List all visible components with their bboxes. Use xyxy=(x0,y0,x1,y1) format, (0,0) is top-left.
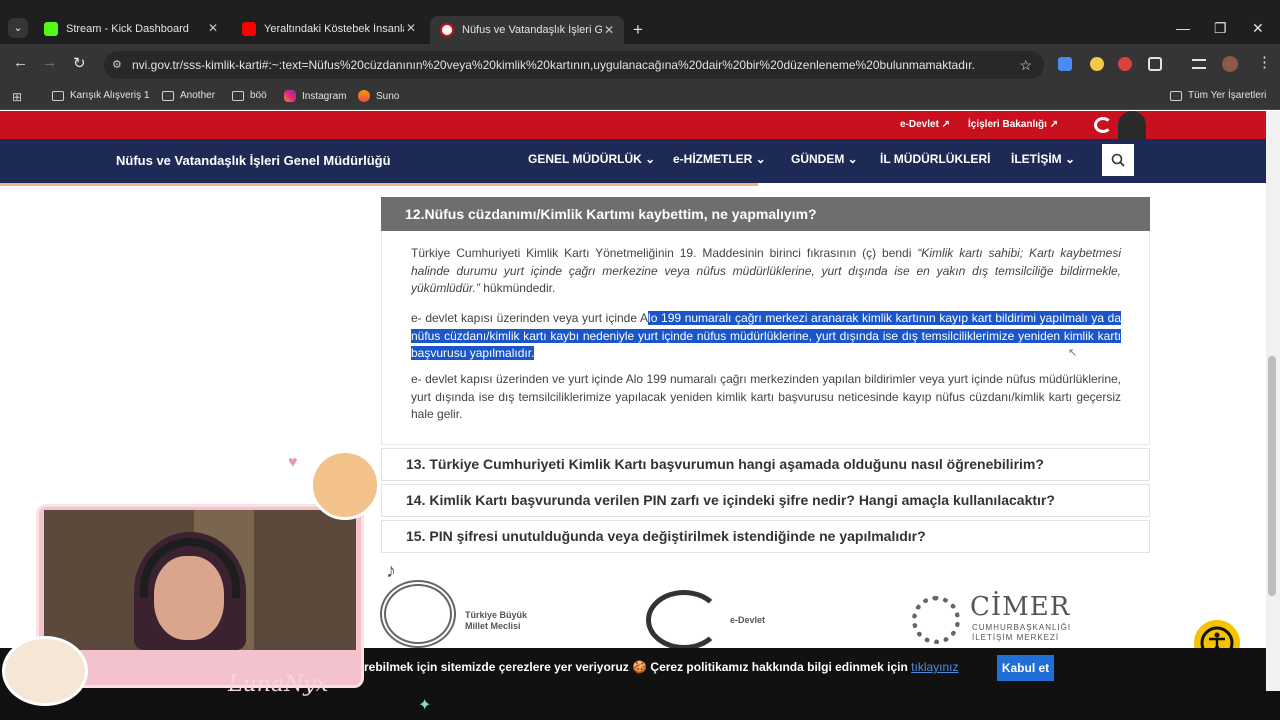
bookmark-label: Another xyxy=(180,90,216,101)
text: e- devlet kapısı üzerinden veya yurt içi… xyxy=(411,311,649,325)
mouse-cursor-icon: ↖ xyxy=(1068,347,1078,359)
official-portrait xyxy=(1118,111,1146,139)
sparkle-icon: ✦ xyxy=(418,697,432,714)
restore-icon[interactable]: ❐ xyxy=(1214,20,1227,37)
youtube-icon xyxy=(242,22,256,36)
tab-title: Nüfus ve Vatandaşlık İşleri Genel xyxy=(462,24,602,36)
site-search-button[interactable] xyxy=(1102,144,1134,176)
site-title[interactable]: Nüfus ve Vatandaşlık İşleri Genel Müdürl… xyxy=(116,153,391,168)
faq-answer-12: Türkiye Cumhuriyeti Kimlik Kartı Yönetme… xyxy=(381,231,1150,445)
extension-red-icon[interactable] xyxy=(1118,57,1132,71)
folder-icon xyxy=(162,90,174,101)
folder-icon xyxy=(1170,90,1182,101)
menu-iletisim[interactable]: İLETİŞİM ⌄ xyxy=(1011,152,1075,166)
faq-question-14[interactable]: 14. Kimlik Kartı başvurunda verilen PIN … xyxy=(381,484,1150,517)
heart-icon: ♥ xyxy=(288,454,298,471)
turkish-flag-icon xyxy=(1094,117,1112,133)
reading-list-icon[interactable] xyxy=(1192,59,1206,69)
extension-icon[interactable] xyxy=(1090,57,1104,71)
new-tab-button[interactable]: + xyxy=(633,20,643,40)
menu-il-mudurlukleri[interactable]: İL MÜDÜRLÜKLERİ xyxy=(880,152,990,166)
address-bar[interactable]: ⚙ nvi.gov.tr/sss-kimlik-karti#:~:text=Nü… xyxy=(104,51,1044,79)
search-icon xyxy=(1111,153,1125,167)
site-navbar: Nüfus ve Vatandaşlık İşleri Genel Müdürl… xyxy=(0,139,1266,183)
cookie-text: rebilmek için sitemizde çerezlere yer ve… xyxy=(364,660,959,674)
menu-kebab-icon[interactable]: ⋮ xyxy=(1257,53,1272,71)
page-scrollbar-thumb[interactable] xyxy=(1268,356,1276,596)
faq-question-13[interactable]: 13. Türkiye Cumhuriyeti Kimlik Kartı baş… xyxy=(381,448,1150,481)
bookmark-star-icon[interactable]: ☆ xyxy=(1019,51,1032,79)
streamer-name-label: LunaNyx xyxy=(228,672,329,697)
tab-youtube-video[interactable]: Yeraltındaki Köstebek İnsanlar'a ✕ xyxy=(232,14,426,44)
answer-paragraph-1: Türkiye Cumhuriyeti Kimlik Kartı Yönetme… xyxy=(411,245,1121,298)
bookmarks-bar: ⊞ Karışık Alışveriş 1 Another böö Instag… xyxy=(0,84,1280,110)
menu-e-hizmetler[interactable]: e-HİZMETLER ⌄ xyxy=(673,152,766,166)
suno-icon xyxy=(358,90,370,102)
cimer-logo-subtitle: CUMHURBAŞKANLIĞI İLETİŞİM MERKEZİ xyxy=(972,623,1072,642)
tab-title: Yeraltındaki Köstebek İnsanlar'a xyxy=(264,23,404,35)
answer-paragraph-3: e- devlet kapısı üzerinden ve yurt içind… xyxy=(411,372,1121,421)
all-bookmarks-folder[interactable]: Tüm Yer İşaretleri xyxy=(1170,90,1266,101)
close-window-icon[interactable]: ✕ xyxy=(1252,20,1264,37)
close-tab-icon[interactable]: ✕ xyxy=(406,21,416,35)
answer-paragraph-2: e- devlet kapısı üzerinden veya yurt içi… xyxy=(411,310,1122,363)
cimer-logo-icon[interactable] xyxy=(912,596,960,644)
profile-avatar[interactable] xyxy=(1222,56,1238,72)
minimize-icon[interactable]: — xyxy=(1176,20,1190,36)
bookmark-label: Tüm Yer İşaretleri xyxy=(1188,90,1267,101)
cookie-accept-button[interactable]: Kabul et xyxy=(997,655,1054,681)
faq-question-15[interactable]: 15. PIN şifresi unutulduğunda veya değiş… xyxy=(381,520,1150,553)
cookie-policy-link[interactable]: tıklayınız xyxy=(911,660,958,674)
cat-sticker-bottom xyxy=(2,636,88,706)
bookmark-suno[interactable]: Suno xyxy=(358,90,399,102)
kick-icon xyxy=(44,22,58,36)
cimer-logo-title: CİMER xyxy=(970,592,1071,622)
tab-title: Stream - Kick Dashboard xyxy=(66,23,189,35)
folder-icon xyxy=(52,90,64,101)
faq-question-12[interactable]: 12.Nüfus cüzdanımı/Kimlik Kartımı kaybet… xyxy=(381,197,1150,231)
bookmark-instagram[interactable]: Instagram xyxy=(284,90,346,102)
browser-toolbar: ← → ↻ ⚙ nvi.gov.tr/sss-kimlik-karti#:~:t… xyxy=(0,44,1280,84)
apps-grid-icon[interactable]: ⊞ xyxy=(12,90,22,104)
nvi-favicon-icon xyxy=(440,23,454,37)
site-top-bar: e-Devlet ↗ İçişleri Bakanlığı ↗ xyxy=(0,111,1266,139)
forward-icon[interactable]: → xyxy=(42,54,57,71)
tab-nvi-active[interactable]: Nüfus ve Vatandaşlık İşleri Genel ✕ xyxy=(430,16,624,44)
back-icon[interactable]: ← xyxy=(13,54,28,71)
folder-icon xyxy=(232,90,244,101)
menu-gundem[interactable]: GÜNDEM ⌄ xyxy=(791,152,858,166)
page-scroll-progress xyxy=(0,183,758,186)
text: Türkiye Cumhuriyeti Kimlik Kartı Yönetme… xyxy=(411,246,918,260)
menu-genel-mudurluk[interactable]: GENEL MÜDÜRLÜK ⌄ xyxy=(528,152,655,166)
icisleri-link[interactable]: İçişleri Bakanlığı ↗ xyxy=(968,119,1058,130)
text: hükmündedir. xyxy=(479,281,556,295)
music-note-icon: ♪ xyxy=(386,560,396,582)
site-info-icon[interactable]: ⚙ xyxy=(112,51,122,79)
edevlet-logo-text: e-Devlet xyxy=(730,615,766,625)
edevlet-logo-icon[interactable] xyxy=(646,590,722,650)
close-tab-icon[interactable]: ✕ xyxy=(604,23,614,37)
tbmm-logo-icon[interactable] xyxy=(380,580,456,648)
instagram-icon xyxy=(284,90,296,102)
webcam-video xyxy=(44,510,356,650)
os-taskbar: ✦ xyxy=(0,691,1280,720)
tbmm-logo-text: Türkiye Büyük Millet Meclisi xyxy=(465,610,528,631)
bookmark-label: böö xyxy=(250,90,267,101)
url-text: nvi.gov.tr/sss-kimlik-karti#:~:text=Nüfu… xyxy=(132,58,975,72)
tab-kick-dashboard[interactable]: Stream - Kick Dashboard ✕ xyxy=(34,14,228,44)
edevlet-link[interactable]: e-Devlet ↗ xyxy=(900,119,950,130)
bookmark-folder[interactable]: Karışık Alışveriş 1 xyxy=(52,90,149,101)
bookmark-label: Instagram xyxy=(302,90,347,102)
tab-search-button[interactable]: ⌄ xyxy=(8,18,28,38)
translate-extension-icon[interactable] xyxy=(1058,57,1072,71)
bookmark-label: Suno xyxy=(376,90,400,102)
extensions-puzzle-icon[interactable] xyxy=(1148,57,1162,71)
bookmark-label: Karışık Alışveriş 1 xyxy=(70,90,150,101)
reload-icon[interactable]: ↻ xyxy=(73,54,86,72)
cat-sticker-top xyxy=(310,450,380,520)
close-tab-icon[interactable]: ✕ xyxy=(208,21,218,35)
bookmark-folder[interactable]: Another xyxy=(162,90,215,101)
browser-tab-strip: ⌄ Stream - Kick Dashboard ✕ Yeraltındaki… xyxy=(0,0,1280,44)
bookmark-folder[interactable]: böö xyxy=(232,90,267,101)
